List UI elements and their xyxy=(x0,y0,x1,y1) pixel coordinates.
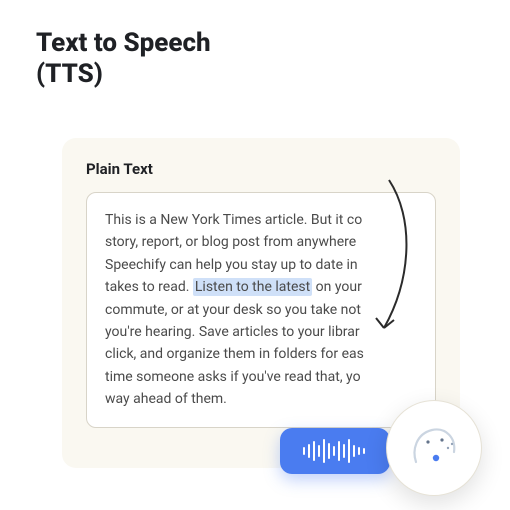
page-title-line2: (TTS) xyxy=(36,59,103,89)
face-speaking-icon xyxy=(406,420,462,476)
page-title: Text to Speech (TTS) xyxy=(0,0,510,90)
card-label: Plain Text xyxy=(86,160,436,178)
tts-card: Plain Text This is a New York Times arti… xyxy=(62,138,460,468)
article-highlight: Listen to the latest xyxy=(193,278,312,296)
waveform-icon xyxy=(300,438,370,464)
article-body-after: on your commute, or at your desk so you … xyxy=(105,279,364,407)
page-title-line1: Text to Speech xyxy=(36,28,211,58)
article-text-panel[interactable]: This is a New York Times article. But it… xyxy=(86,192,436,428)
play-audio-button[interactable] xyxy=(280,428,390,474)
voice-avatar[interactable] xyxy=(386,400,482,496)
